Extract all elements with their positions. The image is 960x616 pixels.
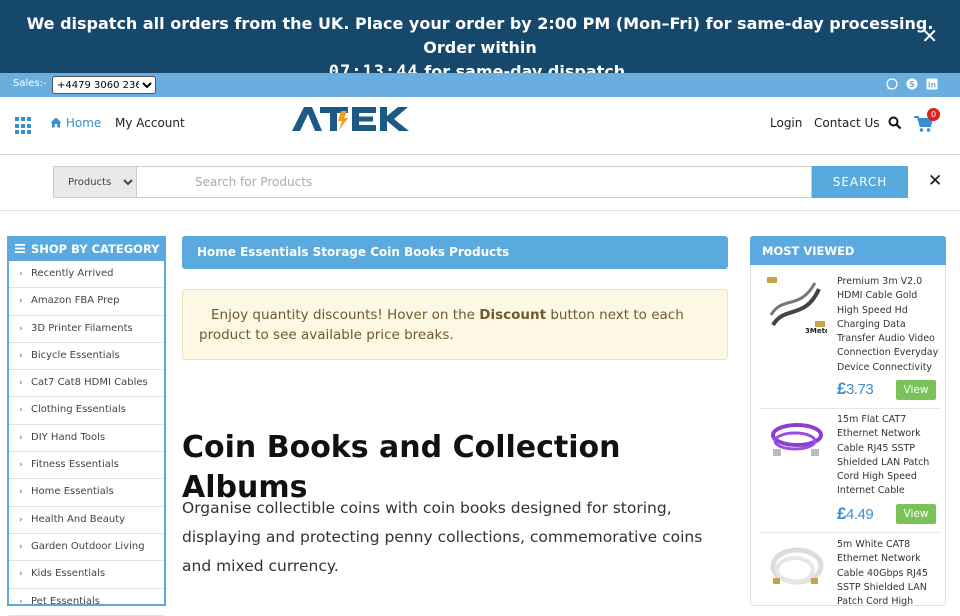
chevron-right-icon: › [19,432,23,443]
banner-text: We dispatch all orders from the UK. Plac… [26,14,934,57]
most-viewed-title: MOST VIEWED [750,236,946,265]
notice-text: button next to each [546,307,684,323]
sales-bar: Sales:- +4479 3060 2366 S in [0,73,960,97]
whatsapp-icon[interactable] [885,78,898,91]
category-panel-header: SHOP BY CATEGORY [7,236,166,261]
product-price: £3.73 [837,379,874,399]
chevron-right-icon: › [19,514,23,525]
svg-text:S: S [909,80,915,89]
view-button[interactable]: View [896,380,936,400]
breadcrumb: Home Essentials Storage Coin Books Produ… [182,236,728,269]
category-label: 3D Printer Filaments [31,322,133,334]
chevron-right-icon: › [19,378,23,389]
category-item[interactable]: › Clothing Essentials [9,397,164,425]
product-name[interactable]: 15m Flat CAT7 Ethernet Network Cable RJ4… [837,413,939,499]
currency-symbol: £ [837,379,846,398]
contact-us-link[interactable]: Contact Us [814,116,880,130]
dispatch-banner: We dispatch all orders from the UK. Plac… [0,0,960,82]
category-item[interactable]: › Home Essentials [9,479,164,507]
notice-line2: product to see available price breaks. [199,327,454,343]
category-label: Amazon FBA Prep [31,295,120,307]
skype-icon[interactable]: S [905,78,918,91]
discount-keyword: Discount [479,307,547,323]
currency-symbol: £ [837,504,846,523]
search-icon[interactable] [888,116,902,130]
view-button[interactable]: View [896,504,936,524]
login-link[interactable]: Login [770,116,802,130]
category-label: Fitness Essentials [31,459,119,471]
category-item[interactable]: › Garden Outdoor Living [9,534,164,562]
category-label: Cat7 Cat8 HDMI Cables [31,377,148,389]
chevron-right-icon: › [19,596,23,607]
chevron-right-icon: › [19,405,23,416]
notice-line1: Enjoy quantity discounts! Hover on the D… [199,305,711,325]
chevron-right-icon: › [19,269,23,279]
discount-notice: Enjoy quantity discounts! Hover on the D… [182,289,728,360]
page-description: Organise collectible coins with coin boo… [182,499,703,575]
cart-count-badge: 0 [927,108,940,121]
chevron-right-icon: › [19,350,23,361]
category-item[interactable]: › Pet Essentials [9,589,164,616]
category-label: Home Essentials [31,486,114,498]
product-price: £4.49 [837,504,874,524]
category-panel-title: SHOP BY CATEGORY [31,242,160,256]
category-list: › Recently Arrived › Amazon FBA Prep › 3D P… [9,261,164,616]
category-label: Kids Essentials [31,568,106,580]
my-account-link[interactable]: My Account [115,116,185,130]
apps-grid-icon[interactable] [15,117,33,135]
chevron-right-icon: › [19,541,23,552]
chevron-right-icon: › [19,569,23,580]
search-category-select[interactable]: Products [53,166,137,198]
chevron-right-icon: › [19,460,23,471]
price-value: 3.73 [845,381,874,398]
category-label: Recently Arrived [31,268,114,279]
most-viewed-item[interactable]: 5m White CAT8 Ethernet Network Cable 40G… [760,538,940,608]
category-item[interactable]: › Kids Essentials [9,561,164,589]
category-item[interactable]: › DIY Hand Tools [9,425,164,453]
category-label: Bicycle Essentials [31,349,120,361]
chevron-right-icon: › [19,487,23,498]
category-label: Garden Outdoor Living [31,540,145,552]
site-header: Home My Account Login Contact Us 0 [0,97,960,155]
menu-bars-icon [15,242,25,256]
search-row: Products SEARCH ✕ [0,155,960,211]
thumb-label: 3Meter [805,327,827,335]
most-viewed-item[interactable]: 3Meter Premium 3m V2.0 HDMI Cable Gold H… [760,275,940,409]
price-value: 4.49 [845,506,874,523]
product-name[interactable]: Premium 3m V2.0 HDMI Cable Gold High Spe… [837,275,939,375]
product-name[interactable]: 5m White CAT8 Ethernet Network Cable 40G… [837,538,939,609]
chevron-right-icon: › [19,323,23,334]
category-item[interactable]: › Health And Beauty [9,507,164,534]
category-item[interactable]: › 3D Printer Filaments [9,316,164,343]
category-label: Pet Essentials [31,595,100,607]
category-item[interactable]: › Bicycle Essentials [9,343,164,371]
search-input[interactable] [137,166,812,198]
notice-text: Enjoy quantity discounts! Hover on the [211,307,480,323]
sales-label: Sales:- [13,78,47,89]
most-viewed-item[interactable]: 15m Flat CAT7 Ethernet Network Cable RJ4… [760,413,940,533]
category-item[interactable]: › Cat7 Cat8 HDMI Cables [9,370,164,398]
category-item[interactable]: › Recently Arrived [9,261,164,289]
product-thumbnail[interactable] [765,538,827,600]
product-thumbnail[interactable] [765,413,827,475]
banner-close-button[interactable]: ✕ [921,24,938,48]
home-link-label: Home [65,116,102,130]
home-icon [50,117,62,128]
category-label: DIY Hand Tools [31,431,106,443]
chevron-right-icon: › [19,296,23,307]
category-label: Clothing Essentials [31,404,126,416]
category-label: Health And Beauty [31,513,126,525]
svg-text:in: in [928,80,936,89]
category-item[interactable]: › Fitness Essentials [9,452,164,480]
home-link[interactable]: Home [50,116,101,130]
atek-logo[interactable] [292,105,418,133]
search-button[interactable]: SEARCH [812,166,908,198]
product-thumbnail[interactable]: 3Meter [765,275,827,337]
sales-phone-select[interactable]: +4479 3060 2366 [52,76,156,94]
category-item[interactable]: › Amazon FBA Prep [9,288,164,316]
linkedin-icon[interactable]: in [925,78,938,91]
search-close-icon[interactable]: ✕ [928,171,942,191]
